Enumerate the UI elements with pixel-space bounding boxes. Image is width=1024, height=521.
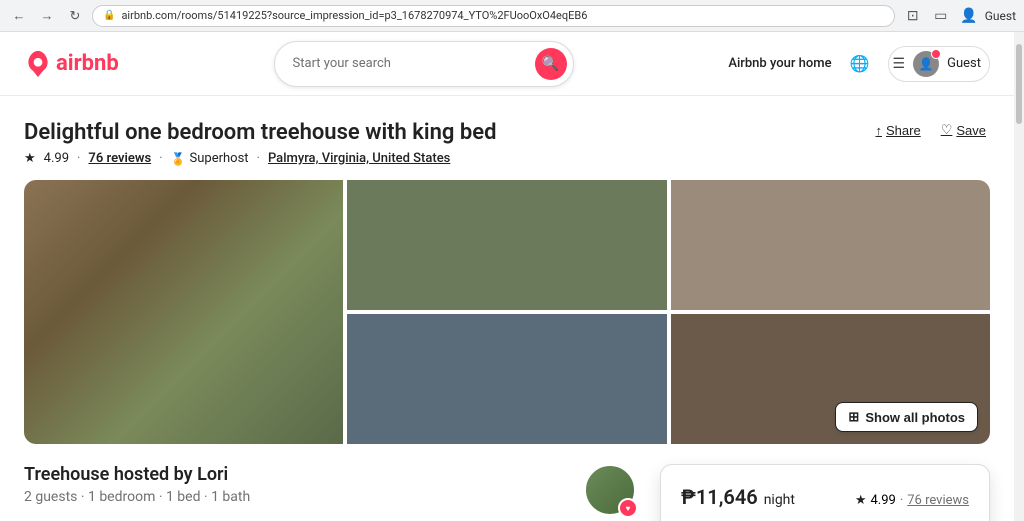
photo-grid: ⊞ Show all photos	[24, 180, 990, 444]
heart-icon: ♡	[941, 122, 953, 138]
dot-separator: ·	[77, 151, 80, 166]
search-placeholder-text: Start your search	[293, 56, 527, 71]
listing-info: Treehouse hosted by Lori 2 guests · 1 be…	[24, 464, 636, 521]
host-title: Treehouse hosted by Lori	[24, 464, 250, 485]
booking-rating-value: 4.99	[870, 493, 895, 508]
search-icon: 🔍	[542, 55, 559, 72]
globe-button[interactable]: 🌐	[844, 48, 876, 80]
heart-badge-icon: ♥	[626, 504, 631, 513]
share-label: Share	[886, 123, 921, 138]
booking-price-row: ₱11,646 night ★ 4.99 · 76 reviews	[681, 485, 969, 509]
user-menu-button[interactable]: ☰ 👤 Guest	[888, 46, 990, 82]
save-button[interactable]: ♡ Save	[937, 120, 990, 140]
booking-card: ₱11,646 night ★ 4.99 · 76 reviews CHECK-…	[660, 464, 990, 521]
grid-icon: ⊞	[848, 409, 859, 425]
header-right: Airbnb your home 🌐 ☰ 👤 Guest	[728, 46, 990, 82]
show-photos-label: Show all photos	[865, 410, 965, 425]
airbnb-logo[interactable]: airbnb	[24, 50, 119, 78]
url-bar[interactable]: 🔒 airbnb.com/rooms/51419225?source_impre…	[92, 5, 895, 27]
listing-bottom: Treehouse hosted by Lori 2 guests · 1 be…	[24, 464, 990, 521]
forward-button[interactable]: →	[36, 5, 58, 27]
superhost-icon: 🏅	[171, 152, 186, 166]
listing-meta: ★ 4.99 · 76 reviews · 🏅 Superhost · Palm…	[24, 151, 990, 166]
title-actions: ↑ Share ♡ Save	[872, 120, 991, 140]
booking-reviews-link[interactable]: 76 reviews	[907, 493, 969, 508]
photo-main[interactable]	[24, 180, 343, 444]
browser-right-icons: ⊡ ▭ 👤 Guest	[901, 4, 1016, 28]
search-bar-inner[interactable]: Start your search 🔍	[274, 41, 574, 87]
photo-top-right[interactable]	[347, 180, 666, 310]
listing-title-row: Delightful one bedroom treehouse with ki…	[24, 120, 990, 145]
lock-icon: 🔒	[103, 10, 115, 21]
photo-bottom-middle[interactable]	[347, 314, 666, 444]
profile-icon[interactable]: 👤	[957, 4, 981, 28]
show-all-photos-button[interactable]: ⊞ Show all photos	[835, 402, 978, 432]
rating-value: 4.99	[44, 151, 69, 166]
reviews-link[interactable]: 76 reviews	[88, 151, 151, 166]
host-avatar-badge: ♥	[618, 498, 638, 518]
browser-chrome: ← → ↻ 🔒 airbnb.com/rooms/51419225?source…	[0, 0, 1024, 32]
superhost-label: Superhost	[190, 151, 249, 166]
tab-search-icon[interactable]: ▭	[929, 4, 953, 28]
cast-icon[interactable]: ⊡	[901, 4, 925, 28]
url-text: airbnb.com/rooms/51419225?source_impress…	[121, 9, 587, 22]
star-icon: ★	[24, 151, 36, 166]
photo-bottom-right[interactable]: ⊞ Show all photos	[671, 314, 990, 444]
host-avatar-container: ♥	[584, 464, 636, 516]
globe-icon: 🌐	[850, 54, 870, 74]
avatar-icon: 👤	[919, 57, 934, 71]
profile-label: Guest	[985, 9, 1016, 23]
airbnb-home-link[interactable]: Airbnb your home	[728, 56, 831, 71]
booking-dot: ·	[900, 493, 903, 508]
dot-separator-3: ·	[257, 151, 260, 166]
logo-text: airbnb	[56, 51, 119, 76]
notification-badge	[931, 49, 941, 59]
share-button[interactable]: ↑ Share	[872, 121, 925, 140]
listing-title: Delightful one bedroom treehouse with ki…	[24, 120, 497, 145]
avatar: 👤	[913, 51, 939, 77]
scrollbar[interactable]	[1014, 32, 1024, 521]
back-button[interactable]: ←	[8, 5, 30, 27]
superhost-badge: 🏅 Superhost	[171, 151, 249, 166]
airbnb-header: airbnb Start your search 🔍 Airbnb your h…	[0, 32, 1014, 96]
search-button[interactable]: 🔍	[535, 48, 567, 80]
save-label: Save	[956, 123, 986, 138]
location-link[interactable]: Palmyra, Virginia, United States	[268, 151, 450, 166]
scrollbar-thumb[interactable]	[1016, 44, 1022, 124]
booking-star-icon: ★	[855, 493, 867, 508]
booking-price: ₱11,646	[681, 485, 758, 509]
page-content: airbnb Start your search 🔍 Airbnb your h…	[0, 32, 1024, 521]
refresh-button[interactable]: ↻	[64, 5, 86, 27]
listing-details: 2 guests · 1 bedroom · 1 bed · 1 bath	[24, 489, 250, 505]
booking-night: night	[764, 492, 795, 508]
dot-separator-2: ·	[159, 151, 162, 166]
hamburger-icon: ☰	[893, 56, 906, 72]
booking-rating: ★ 4.99 · 76 reviews	[855, 493, 969, 508]
listing-content: Delightful one bedroom treehouse with ki…	[0, 96, 1014, 521]
share-icon: ↑	[876, 123, 883, 138]
guest-label: Guest	[947, 56, 981, 71]
search-bar: Start your search 🔍	[135, 41, 713, 87]
photo-far-top-right[interactable]	[671, 180, 990, 310]
